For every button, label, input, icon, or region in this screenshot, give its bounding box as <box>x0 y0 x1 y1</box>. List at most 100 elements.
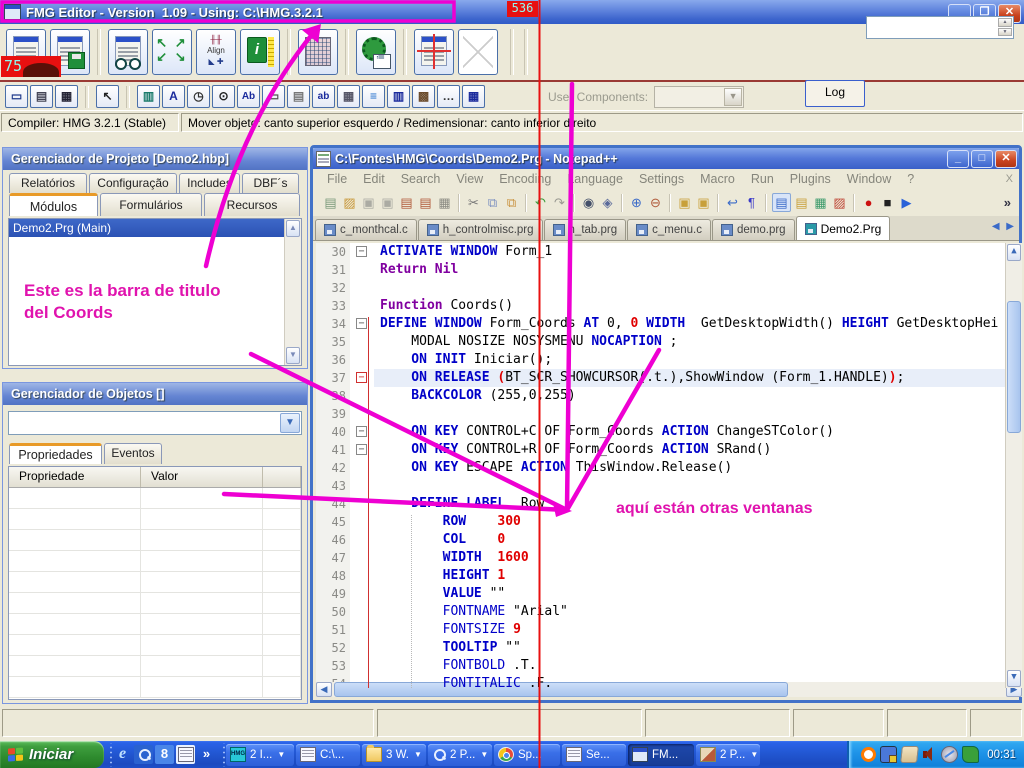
task-button-2-i-[interactable]: HMG2 I...▼ <box>226 744 294 766</box>
redo-icon[interactable]: ↷ <box>551 194 568 211</box>
new-file-icon[interactable]: ▤ <box>322 194 339 211</box>
code-line-39[interactable]: 39 <box>316 405 1022 423</box>
doc-tab-h-tab-prg[interactable]: h_tab.prg <box>544 219 627 240</box>
scroll-down-icon[interactable]: ▼ <box>1007 670 1021 687</box>
locked-window-icon[interactable] <box>880 746 897 763</box>
new-form-button[interactable] <box>6 29 46 75</box>
menu-item-window[interactable]: Window <box>839 172 899 186</box>
code-line-36[interactable]: 36 ON INIT Iniciar(); <box>316 351 1022 369</box>
green-utility-icon[interactable] <box>962 746 979 763</box>
tab-configura-o[interactable]: Configuração <box>89 173 177 193</box>
menu-item-view[interactable]: View <box>448 172 491 186</box>
task-button-fm-[interactable]: FM... <box>628 744 694 766</box>
doc-close-icon[interactable]: X <box>1006 173 1013 185</box>
task-button-sp-[interactable]: Sp... <box>494 744 560 766</box>
code-line-31[interactable]: 31Return Nil <box>316 261 1022 279</box>
code-line-50[interactable]: 50 FONTNAME "Arial" <box>316 603 1022 621</box>
scroll-up-icon[interactable]: ▲ <box>1007 244 1021 261</box>
save-icon[interactable]: ▣ <box>360 194 377 211</box>
table-row[interactable] <box>9 572 301 593</box>
toolbar-spinner-input[interactable]: ▲▼ <box>866 16 1014 39</box>
word-wrap-icon[interactable]: ↩ <box>724 194 741 211</box>
code-line-47[interactable]: 47 WIDTH 1600 <box>316 549 1022 567</box>
table-row[interactable] <box>9 530 301 551</box>
macro-play-icon[interactable]: ▶ <box>898 194 915 211</box>
window-control-button[interactable]: ▭ <box>5 85 28 108</box>
macro-record-icon[interactable]: ● <box>860 194 877 211</box>
google-launcher-icon[interactable]: 8 <box>155 745 174 764</box>
code-line-35[interactable]: 35 MODAL NOSIZE NOSYSMENU NOCAPTION ; <box>316 333 1022 351</box>
doc-tab-demo-prg[interactable]: demo.prg <box>712 219 795 240</box>
internet-explorer-icon[interactable]: e <box>113 745 132 764</box>
run-cart-button[interactable] <box>108 29 148 75</box>
doc-tab-c-menu-c[interactable]: c_menu.c <box>627 219 711 240</box>
macro-stop-icon[interactable]: ■ <box>879 194 896 211</box>
code-line-38[interactable]: 38 BACKCOLOR (255,0,255) <box>316 387 1022 405</box>
desktop-search-icon[interactable] <box>134 745 153 764</box>
copy-icon[interactable]: ⧉ <box>484 194 501 211</box>
table-row[interactable] <box>9 551 301 572</box>
save-all-icon[interactable]: ▣ <box>379 194 396 211</box>
table-row[interactable] <box>9 614 301 635</box>
menu-item-search[interactable]: Search <box>393 172 449 186</box>
file-browser-icon[interactable]: ▦ <box>812 194 829 211</box>
menu-item-run[interactable]: Run <box>743 172 782 186</box>
column-header-valor[interactable]: Valor <box>141 467 263 487</box>
menu-item-plugins[interactable]: Plugins <box>782 172 839 186</box>
fold-marker-icon[interactable]: − <box>356 246 367 257</box>
sync-h-icon[interactable]: ▣ <box>695 194 712 211</box>
code-line-30[interactable]: 30−ACTIVATE WINDOW Form_1 <box>316 243 1022 261</box>
menu-item-file[interactable]: File <box>319 172 355 186</box>
replace-icon[interactable]: ◈ <box>599 194 616 211</box>
table-row[interactable] <box>9 677 301 698</box>
doc-tab-h-controlmisc-prg[interactable]: h_controlmisc.prg <box>418 219 543 240</box>
avira-icon[interactable] <box>861 747 876 762</box>
fold-marker-icon[interactable]: − <box>356 318 367 329</box>
combo-control-button[interactable]: ≡ <box>362 85 385 108</box>
tab-propriedades[interactable]: Propriedades <box>9 443 102 464</box>
form-info-button[interactable]: i <box>240 29 280 75</box>
notepad-launcher-icon[interactable] <box>176 745 195 764</box>
show-symbols-icon[interactable]: ¶ <box>743 194 760 211</box>
code-line-53[interactable]: 53 FONTBOLD .T. <box>316 657 1022 675</box>
tab-relat-rios[interactable]: Relatórios <box>9 173 87 193</box>
tab-includes[interactable]: Includes <box>179 173 240 193</box>
align-tools-button[interactable]: ╫╫ Align ◣ ✚ <box>196 29 236 75</box>
ellipsis-button-control-button[interactable]: … <box>437 85 460 108</box>
list-item-demo2[interactable]: Demo2.Prg (Main) <box>9 219 301 237</box>
notepad-maximize-button[interactable]: □ <box>971 150 993 168</box>
timer-control-button[interactable]: ◷ <box>187 85 210 108</box>
task-button-c-[interactable]: C:\... <box>296 744 360 766</box>
table-row[interactable] <box>9 656 301 677</box>
spinner-buttons[interactable]: ▲▼ <box>998 18 1012 36</box>
scroll-left-icon[interactable]: ◀ <box>316 682 332 697</box>
label-doc-control-button[interactable]: ▤ <box>30 85 53 108</box>
start-button[interactable]: Iniciar <box>0 741 104 768</box>
table-row[interactable] <box>9 593 301 614</box>
project-build-button[interactable] <box>356 29 396 75</box>
task-button-3-w-[interactable]: 3 W.▼ <box>362 744 426 766</box>
chevron-down-icon[interactable]: ▼ <box>750 750 758 759</box>
chevron-down-icon[interactable]: ▼ <box>414 750 422 759</box>
code-line-46[interactable]: 46 COL 0 <box>316 531 1022 549</box>
scroll-up-icon[interactable]: ▲ <box>286 220 300 237</box>
library-control-button[interactable]: ▥ <box>137 85 160 108</box>
log-button[interactable]: Log <box>805 80 865 107</box>
menu-item-language[interactable]: Language <box>559 172 631 186</box>
cut-icon[interactable]: ✂ <box>465 194 482 211</box>
resize-form-button[interactable]: ↖ ↗ ↙ ↘ <box>152 29 192 75</box>
column-header-propriedade[interactable]: Propriedade <box>9 467 141 487</box>
menu-item-help[interactable]: ? <box>899 172 922 186</box>
tab-eventos[interactable]: Eventos <box>104 443 162 464</box>
code-editor[interactable]: 30−ACTIVATE WINDOW Form_131Return Nil323… <box>316 243 1022 688</box>
notepad-close-button[interactable]: ✕ <box>995 150 1017 168</box>
blank-form-button[interactable] <box>458 29 498 75</box>
table-row[interactable] <box>9 635 301 656</box>
pointer-tool-button[interactable]: ↖ <box>96 85 119 108</box>
code-line-51[interactable]: 51 FONTSIZE 9 <box>316 621 1022 639</box>
tab-scroll-arrows-icon[interactable]: ◀ ▶ <box>992 221 1016 232</box>
richlabel-control-button[interactable]: ab <box>312 85 335 108</box>
datepicker-control-button[interactable]: ▤ <box>287 85 310 108</box>
tab-formul-rios[interactable]: Formulários <box>100 193 202 216</box>
table-row[interactable] <box>9 488 301 509</box>
